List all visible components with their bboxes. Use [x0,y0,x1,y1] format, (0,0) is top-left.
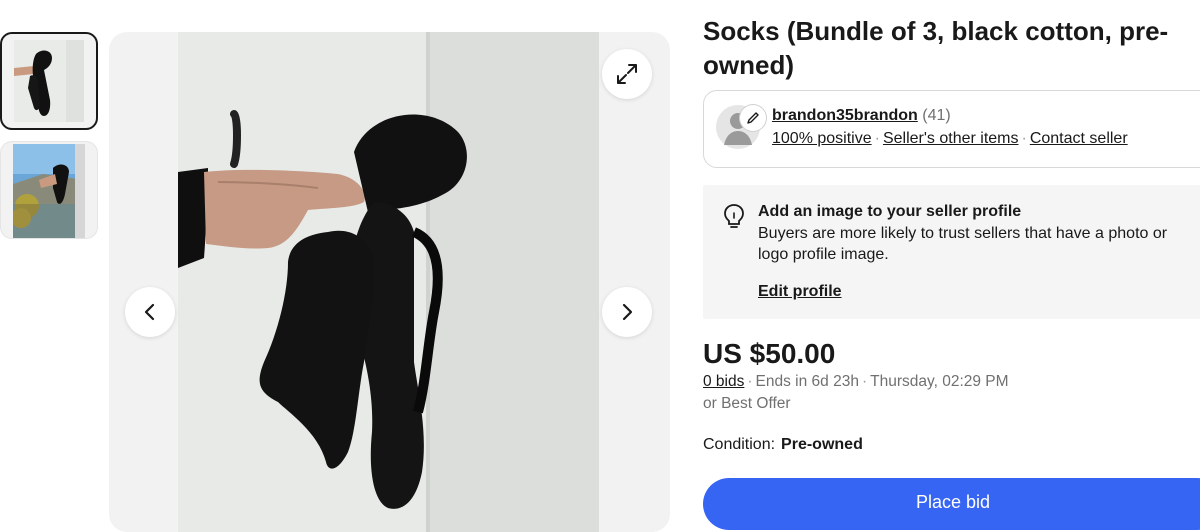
contact-seller-link[interactable]: Contact seller [1030,130,1128,147]
previous-image-button[interactable] [125,287,175,337]
auction-ends: Ends in 6d 23h [755,373,859,390]
separator: · [747,373,753,390]
price: US $50.00 [703,338,836,369]
place-bid-label: Place bid [915,492,991,512]
tip-title: Add an image to your seller profile [758,203,1022,220]
lightbulb-icon [724,204,744,228]
seller-feedback-count: (41) [922,107,951,124]
expand-icon [617,64,637,84]
bids-link[interactable]: 0 bids [703,373,744,390]
best-offer-text: or Best Offer [703,395,791,412]
expand-image-button[interactable] [602,49,652,99]
main-image-gallery[interactable] [109,32,670,532]
tip-body: Buyers are more likely to trust sellers … [758,225,1168,263]
thumbnail-2[interactable] [0,141,98,239]
auction-end-time: Thursday, 02:29 PM [870,373,1009,390]
thumbnail-socks-outdoor-photo [13,144,85,238]
seller-other-items-link[interactable]: Seller's other items [883,130,1019,147]
chevron-right-icon [622,303,633,321]
edit-profile-link[interactable]: Edit profile [758,283,842,301]
listing-title: Socks (Bundle of 3, black cotton, pre-ow… [703,16,1169,80]
seller-profile-tip: Add an image to your seller profile Buye… [703,185,1200,319]
condition-label: Condition: [703,436,776,453]
main-socks-photo [178,32,599,532]
seller-card: brandon35brandon (41) 100% positive · Sell… [703,90,1200,168]
separator: · [861,373,868,390]
seller-links-line: 100% positive · Seller's other items · Conta… [772,130,1128,148]
chevron-left-icon [144,303,155,321]
next-image-button[interactable] [602,287,652,337]
edit-avatar-button[interactable] [740,105,766,131]
condition-value: Pre-owned [781,436,863,453]
thumbnail-1[interactable] [0,32,98,130]
condition-line: Condition: Pre-owned [703,436,863,454]
bids-line: 0 bids · Ends in 6d 23h · Thursday, 02:29 PM [703,373,1009,391]
seller-positive-link[interactable]: 100% positive [772,130,872,147]
seller-name-link[interactable]: brandon35brandon [772,107,918,124]
separator: · [874,130,880,147]
thumbnail-socks-photo [14,40,84,122]
seller-name-line: brandon35brandon (41) [772,107,951,125]
separator: · [1021,130,1027,147]
place-bid-button[interactable]: Place bid [703,478,1200,530]
pencil-icon [747,112,759,124]
